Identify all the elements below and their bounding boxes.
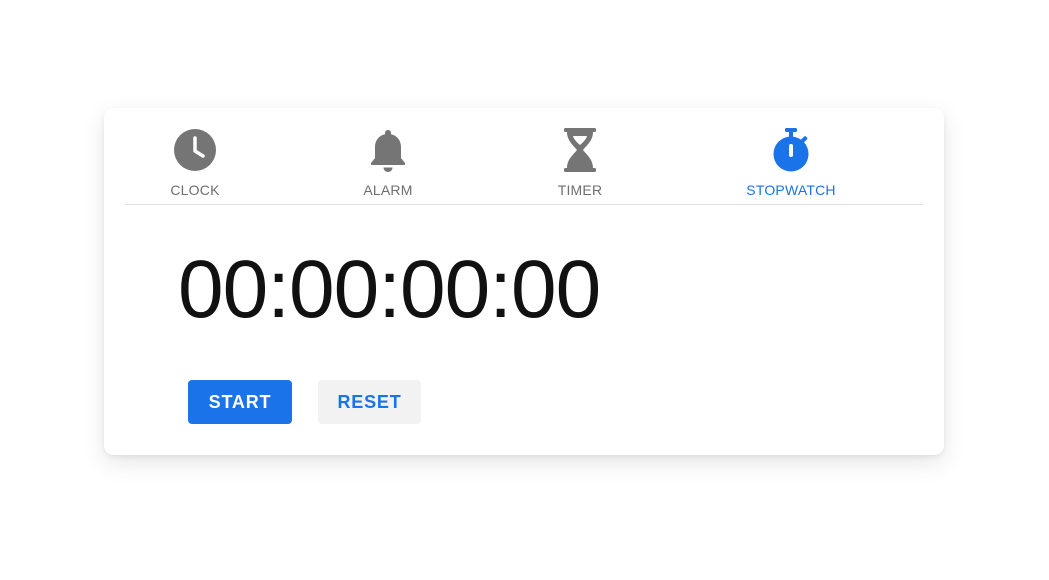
- bell-icon: [366, 128, 410, 172]
- tab-alarm-label: ALARM: [363, 182, 413, 198]
- tab-clock-label: CLOCK: [170, 182, 220, 198]
- reset-button[interactable]: RESET: [318, 380, 421, 424]
- hourglass-icon: [558, 128, 602, 172]
- clock-icon: [173, 128, 217, 172]
- start-button[interactable]: START: [188, 380, 292, 424]
- stopwatch-card: CLOCK ALARM TIMER STOPWATCH 00:00:00:00 …: [104, 108, 944, 455]
- tab-timer-label: TIMER: [557, 182, 603, 198]
- stopwatch-time-display: 00:00:00:00: [178, 244, 601, 335]
- tab-stopwatch[interactable]: STOPWATCH: [721, 108, 861, 204]
- tab-alarm[interactable]: ALARM: [318, 108, 458, 204]
- tab-stopwatch-label: STOPWATCH: [746, 182, 836, 198]
- tab-clock[interactable]: CLOCK: [125, 108, 265, 204]
- tab-timer[interactable]: TIMER: [510, 108, 650, 204]
- stopwatch-icon: [769, 128, 813, 172]
